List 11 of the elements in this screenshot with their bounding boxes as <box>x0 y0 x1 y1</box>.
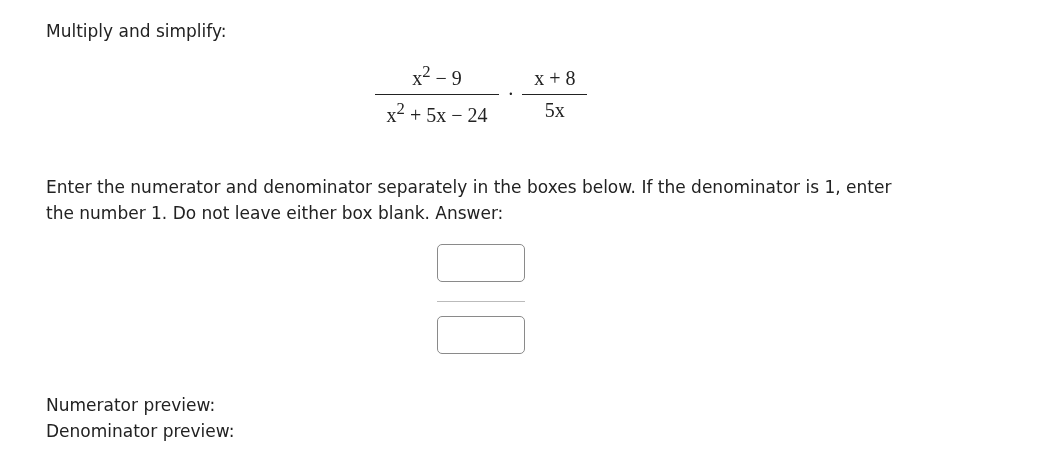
numerator-input-field[interactable] <box>437 244 525 283</box>
fraction-numerator: x + 8 <box>522 66 588 95</box>
fraction-numerator: x$^{2}$ − 9 <box>374 62 500 95</box>
denominator-input-field[interactable] <box>437 316 525 355</box>
prompt-text: Multiply and simplify: <box>46 20 228 43</box>
preview-label: Numerator preview: <box>46 394 217 418</box>
fraction-denominator: x$^{2}$ + 5x − 24 <box>385 97 489 127</box>
fraction-denominator: 5x <box>543 97 566 122</box>
instructions-text: Enter the numerator and denominator separately in the boxes below. If the denominator is 1, enter the number 1. Do not leave either box blank. Answer: <box>46 176 893 226</box>
multiplication-operator: · <box>507 82 515 106</box>
preview-label: Denominator preview: <box>46 420 236 444</box>
